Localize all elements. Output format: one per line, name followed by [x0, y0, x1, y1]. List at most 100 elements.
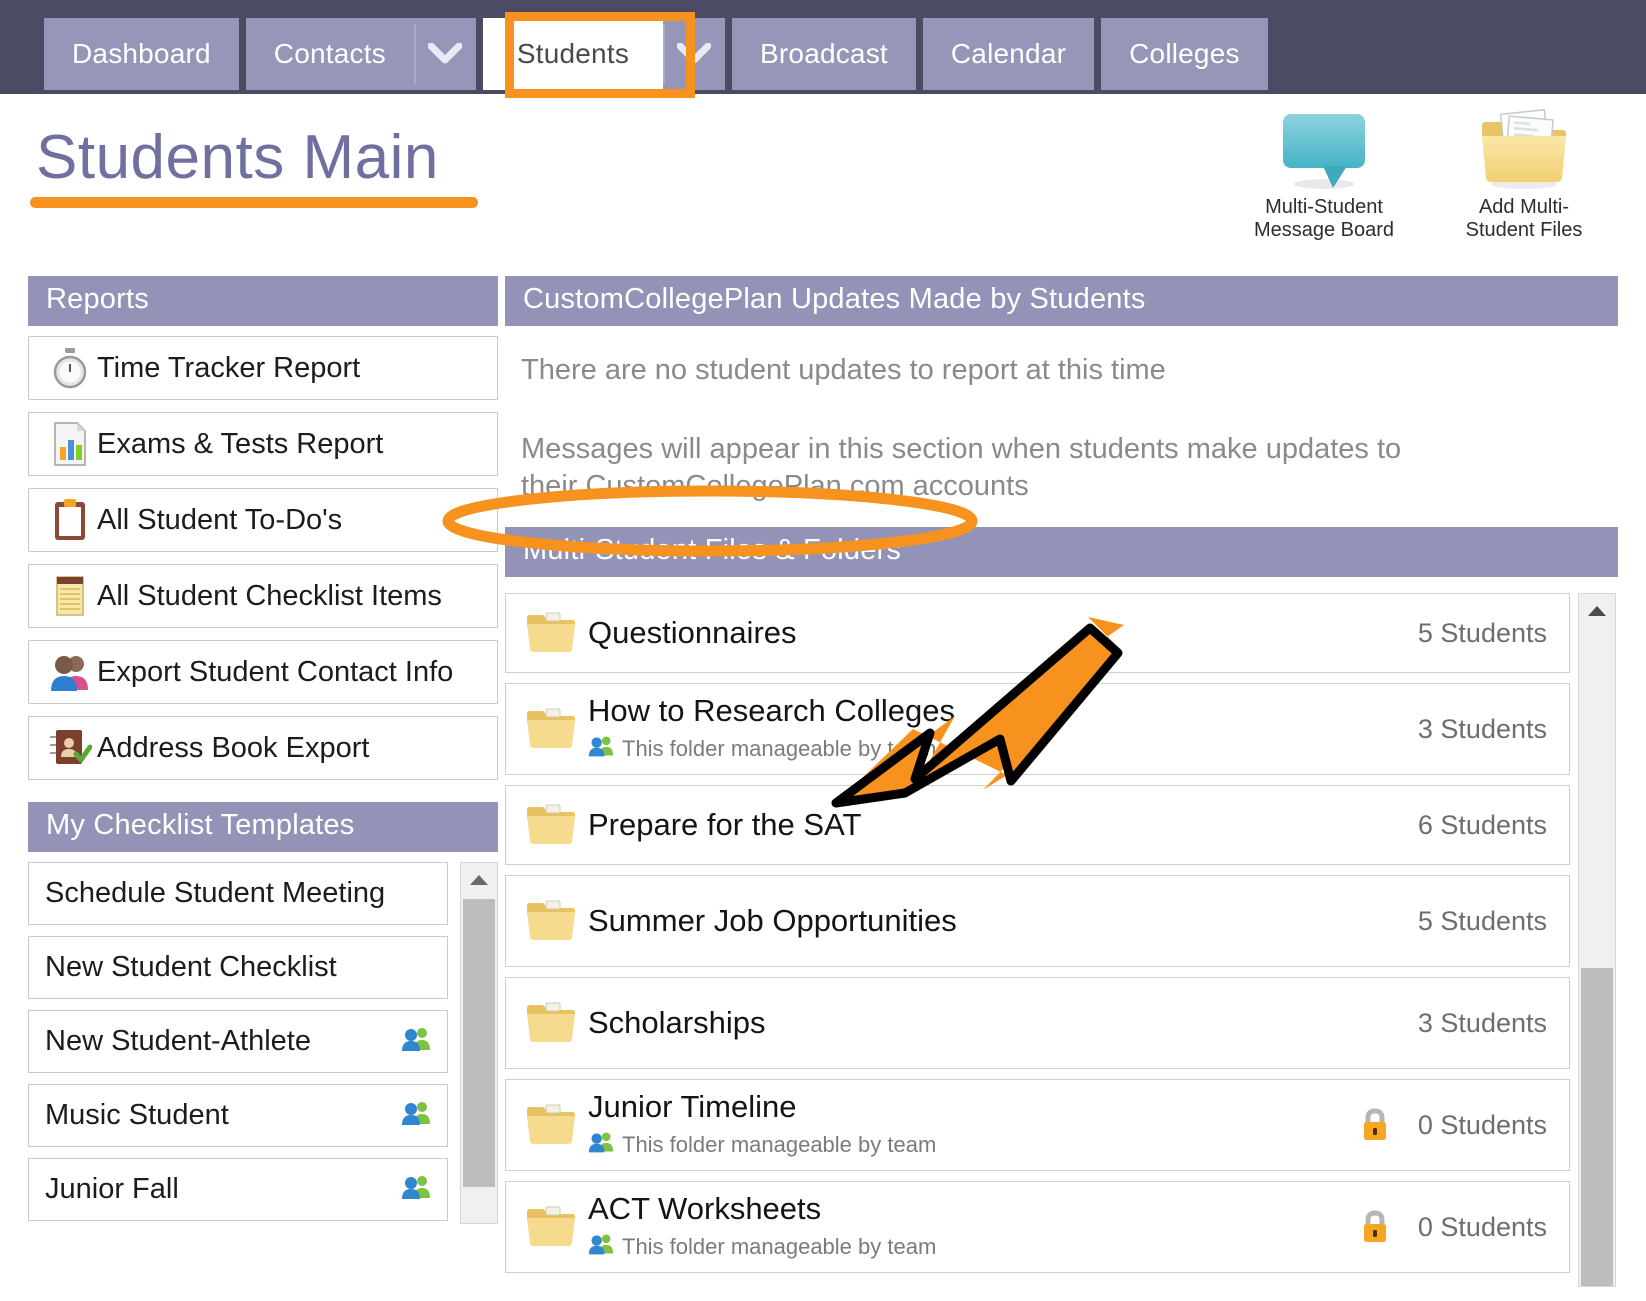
sidebar-item-label: All Student Checklist Items [97, 579, 442, 612]
template-label: Schedule Student Meeting [45, 877, 386, 909]
scrollbar-thumb[interactable] [1581, 968, 1613, 1287]
table-row[interactable]: How to Research Colleges This folder man… [505, 683, 1570, 776]
folder-team-note: This folder manageable by team [588, 734, 1269, 764]
list-item[interactable]: Schedule Student Meeting [28, 862, 448, 925]
updates-empty-message: There are no student updates to report a… [521, 354, 1166, 386]
student-count: 5 Students [1417, 617, 1547, 648]
nav-group-students: Students [482, 18, 732, 90]
nav-tab-dashboard[interactable]: Dashboard [44, 18, 239, 90]
header-actions: Multi-Student Message Board Add Multi- S… [1246, 108, 1602, 242]
folder-icon [520, 899, 582, 943]
folder-info: Questionnaires [582, 615, 1269, 651]
sidebar-item-all-student-checklist-items[interactable]: All Student Checklist Items [28, 564, 498, 628]
folder-team-note: This folder manageable by team [588, 1232, 1269, 1262]
folder-meta: 5 Students [1269, 906, 1569, 937]
page-title: Students Main [36, 123, 439, 192]
two-people-icon [43, 650, 97, 694]
reports-list: Time Tracker Report Exams & Tests Report [28, 336, 498, 780]
sidebar-item-label: Export Student Contact Info [97, 655, 454, 688]
nav-tab-calendar[interactable]: Calendar [922, 18, 1095, 90]
scrollbar-thumb[interactable] [463, 899, 495, 1187]
list-item[interactable]: Music Student [28, 1084, 448, 1147]
student-count: 3 Students [1417, 713, 1547, 744]
folder-name: ACT Worksheets [588, 1191, 822, 1227]
folder-info: Junior Timeline This folder manageable b… [582, 1089, 1269, 1160]
reports-section-header: Reports [28, 276, 498, 326]
folder-name: Scholarships [588, 1005, 766, 1041]
checklist-templates-list: Schedule Student Meeting New Student Che… [28, 862, 448, 1224]
folder-name: Junior Timeline [588, 1089, 797, 1125]
student-count: 0 Students [1417, 1109, 1547, 1140]
scroll-up-arrow-icon[interactable] [461, 863, 497, 897]
students-chevron-down-icon[interactable] [663, 18, 726, 90]
folder-info: How to Research Colleges This folder man… [582, 694, 1269, 764]
team-icon [401, 1026, 431, 1057]
list-item[interactable]: Junior Fall [28, 1158, 448, 1221]
folder-icon [520, 611, 582, 655]
sidebar-item-export-student-contact-info[interactable]: Export Student Contact Info [28, 640, 498, 704]
title-underline-annotation [30, 197, 478, 208]
folder-meta: 6 Students [1269, 810, 1569, 841]
table-row[interactable]: Questionnaires 5 Students [505, 593, 1570, 674]
nav-tab-contacts[interactable]: Contacts [245, 18, 414, 90]
table-row[interactable]: Summer Job Opportunities 5 Students [505, 875, 1570, 968]
lock-icon [1358, 1107, 1392, 1143]
sidebar-item-label: Time Tracker Report [97, 351, 361, 384]
team-note-label: This folder manageable by team [622, 1233, 937, 1259]
table-row[interactable]: ACT Worksheets This folder manageable by… [505, 1181, 1570, 1274]
folder-icon [520, 1205, 582, 1249]
student-count: 5 Students [1417, 905, 1547, 936]
folders-list: Questionnaires 5 Students How to Researc… [505, 593, 1570, 1274]
template-label: New Student-Athlete [45, 1025, 311, 1057]
left-sidebar: Reports Time Tracker Report Exams & Test… [28, 276, 498, 1224]
table-row[interactable]: Scholarships 3 Students [505, 977, 1570, 1070]
nav-tab-colleges[interactable]: Colleges [1101, 18, 1268, 90]
table-row[interactable]: Junior Timeline This folder manageable b… [505, 1079, 1570, 1172]
checklist-templates-scroll-area: Schedule Student Meeting New Student Che… [28, 862, 498, 1224]
template-label: Junior Fall [45, 1173, 179, 1205]
checklist-templates-section-header: My Checklist Templates [28, 802, 498, 852]
multi-student-message-board-button[interactable]: Multi-Student Message Board [1246, 108, 1402, 242]
notepad-icon [43, 573, 97, 619]
template-label: Music Student [45, 1099, 229, 1131]
sidebar-item-address-book-export[interactable]: Address Book Export [28, 716, 498, 780]
sidebar-item-exams-tests-report[interactable]: Exams & Tests Report [28, 412, 498, 476]
scroll-up-arrow-icon[interactable] [1579, 594, 1615, 629]
folder-meta: 3 Students [1269, 1008, 1569, 1039]
folder-meta: 0 Students [1269, 1107, 1569, 1143]
sidebar-item-time-tracker-report[interactable]: Time Tracker Report [28, 336, 498, 400]
nav-group-contacts: Contacts [245, 18, 483, 90]
nav-tab-broadcast[interactable]: Broadcast [732, 18, 916, 90]
checklist-templates-scrollbar[interactable] [460, 862, 498, 1224]
folder-meta: 0 Students [1269, 1209, 1569, 1245]
stopwatch-icon [43, 346, 97, 390]
folder-icon [520, 1001, 582, 1045]
team-icon [588, 1130, 614, 1160]
add-multi-student-files-label: Add Multi- Student Files [1465, 196, 1583, 241]
list-item[interactable]: New Student Checklist [28, 936, 448, 999]
folder-info: ACT Worksheets This folder manageable by… [582, 1191, 1269, 1262]
folder-name: Summer Job Opportunities [588, 903, 957, 939]
folder-icon [520, 707, 582, 751]
table-row[interactable]: Prepare for the SAT 6 Students [505, 785, 1570, 866]
address-book-icon [43, 726, 97, 770]
multi-student-message-board-label: Multi-Student Message Board [1253, 196, 1395, 241]
template-label: New Student Checklist [45, 951, 337, 983]
folder-icon [520, 1103, 582, 1147]
student-count: 6 Students [1417, 809, 1547, 840]
student-count: 3 Students [1417, 1007, 1547, 1038]
nav-tab-students[interactable]: Students [482, 18, 664, 90]
contacts-chevron-down-icon[interactable] [413, 18, 476, 90]
folders-scrollbar[interactable] [1578, 593, 1616, 1288]
list-item[interactable]: New Student-Athlete [28, 1010, 448, 1073]
sidebar-item-all-student-todos[interactable]: All Student To-Do's [28, 488, 498, 552]
lock-icon [1358, 1209, 1392, 1245]
folder-meta: 5 Students [1269, 618, 1569, 649]
folder-add-files-icon [1474, 108, 1574, 190]
folder-name: Questionnaires [588, 615, 797, 651]
updates-body: There are no student updates to report a… [505, 326, 1618, 509]
main-content-pane: CustomCollegePlan Updates Made by Studen… [505, 276, 1618, 1288]
updates-section-header: CustomCollegePlan Updates Made by Studen… [505, 276, 1618, 326]
sidebar-item-label: Exams & Tests Report [97, 427, 384, 460]
add-multi-student-files-button[interactable]: Add Multi- Student Files [1446, 108, 1602, 242]
